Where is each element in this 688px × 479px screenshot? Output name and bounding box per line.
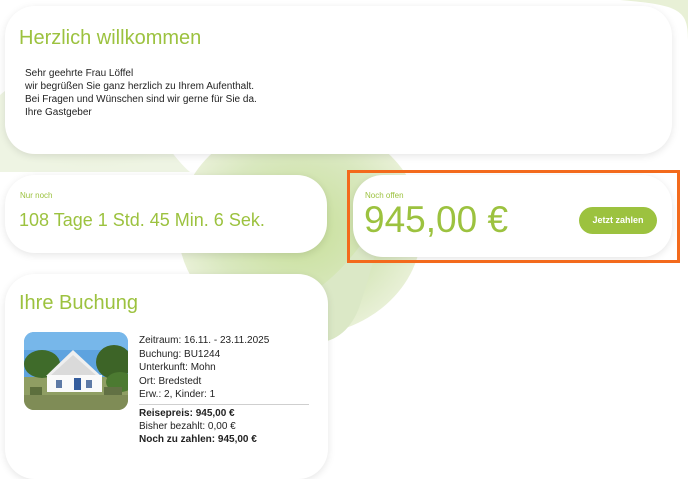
- welcome-message: Sehr geehrte Frau Löffel wir begrüßen Si…: [25, 67, 257, 119]
- booking-period: Zeitraum: 16.11. - 23.11.2025: [139, 335, 270, 346]
- countdown-value: 108 Tage 1 Std. 45 Min. 6 Sek.: [19, 210, 265, 230]
- accommodation-photo: [24, 332, 128, 410]
- welcome-line-2: Bei Fragen und Wünschen sind wir gerne f…: [25, 94, 257, 106]
- booking-travel-price: Reisepreis: 945,00 €: [139, 407, 235, 419]
- open-amount-value: 945,00 €: [364, 199, 509, 240]
- welcome-signoff: Ihre Gastgeber: [25, 107, 92, 119]
- countdown-label: Nur noch: [20, 191, 53, 200]
- welcome-card: Herzlich willkommen Sehr geehrte Frau Lö…: [5, 6, 672, 154]
- booking-title: Ihre Buchung: [19, 292, 138, 314]
- booking-paid-amount: Bisher bezahlt: 0,00 €: [139, 420, 236, 432]
- welcome-line-1: wir begrüßen Sie ganz herzlich zu Ihrem …: [25, 81, 255, 93]
- booking-location: Ort: Bredstedt: [139, 375, 202, 387]
- countdown-card: Nur noch 108 Tage 1 Std. 45 Min. 6 Sek.: [5, 175, 327, 253]
- booking-details: Zeitraum: 16.11. - 23.11.2025 Buchung: B…: [139, 334, 309, 446]
- booking-number: Buchung: BU1244: [139, 348, 221, 360]
- house-photo-illustration: [24, 332, 128, 410]
- welcome-title: Herzlich willkommen: [19, 27, 202, 49]
- pay-now-button[interactable]: Jetzt zahlen: [579, 207, 657, 234]
- booking-payment-summary: Reisepreis: 945,00 € Bisher bezahlt: 0,0…: [139, 408, 309, 446]
- booking-divider: [139, 403, 309, 405]
- welcome-greeting: Sehr geehrte Frau Löffel: [25, 68, 134, 79]
- booking-card: Ihre Buchung Zeitraum: 16.11. - 23.11.20…: [5, 274, 328, 479]
- booking-remaining-amount: Noch zu zahlen: 945,00 €: [139, 433, 257, 445]
- booking-guests: Erw.: 2, Kinder: 1: [139, 389, 216, 401]
- open-amount-card: Noch offen 945,00 € Jetzt zahlen: [353, 175, 672, 257]
- booking-accommodation: Unterkunft: Mohn: [139, 362, 216, 374]
